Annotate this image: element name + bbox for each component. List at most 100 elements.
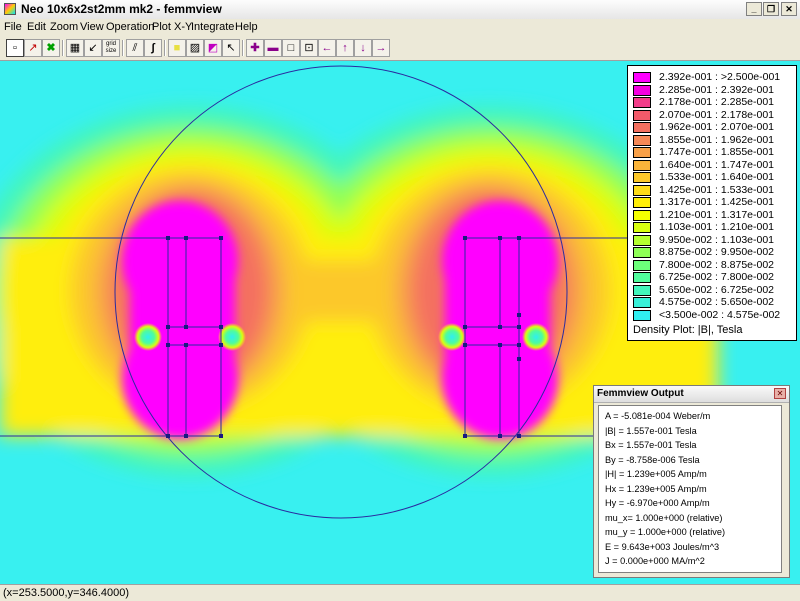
- legend-entry: 1.210e-001 : 1.317e-001: [633, 209, 795, 222]
- output-window-title: Femmview Output: [597, 388, 684, 399]
- toolbar: ▫ ↗ ✖ ▦ ↙ grid size ⫽ ∫ ■ ▨ ◩ ↖ ✚ ▬ □ ⊡ …: [0, 36, 800, 61]
- maximize-button[interactable]: ❐: [763, 2, 779, 16]
- legend-entry: 5.650e-002 : 6.725e-002: [633, 284, 795, 297]
- output-value-line: A = -5.081e-004 Weber/m: [605, 411, 711, 421]
- menu-edit[interactable]: Edit: [27, 21, 46, 33]
- legend-swatch: [633, 259, 651, 271]
- draw-line-button[interactable]: ↗: [24, 39, 42, 57]
- field-null-spot: [438, 323, 466, 351]
- menu-integrate[interactable]: Integrate: [191, 21, 234, 33]
- legend-swatch: [633, 247, 651, 258]
- legend-entry: 1.962e-001 : 2.070e-001: [633, 121, 795, 134]
- legend-label: 1.855e-001 : 1.962e-001: [659, 133, 775, 146]
- close-button[interactable]: ✕: [781, 2, 797, 16]
- menu-operation[interactable]: Operation: [106, 21, 154, 33]
- legend-entry: 4.575e-002 : 5.650e-002: [633, 296, 795, 309]
- zoom-out-button[interactable]: ▬: [264, 39, 282, 57]
- output-value-line: |H| = 1.239e+005 Amp/m: [605, 469, 707, 479]
- legend-entry: 9.950e-002 : 1.103e-001: [633, 234, 795, 247]
- window-title: Neo 10x6x2st2mm mk2 - femmview: [21, 2, 222, 16]
- legend-entry: 1.317e-001 : 1.425e-001: [633, 196, 795, 209]
- legend-entry: 1.103e-001 : 1.210e-001: [633, 221, 795, 234]
- legend-entry: 1.425e-001 : 1.533e-001: [633, 184, 795, 197]
- legend-label: <3.500e-002 : 4.575e-002: [659, 308, 781, 321]
- legend-entry: 6.725e-002 : 7.800e-002: [633, 271, 795, 284]
- legend-swatch: [633, 234, 651, 246]
- integrate-button[interactable]: ∫: [144, 39, 162, 57]
- legend-swatch: [633, 147, 651, 158]
- output-values-panel: A = -5.081e-004 Weber/m |B| = 1.557e-001 …: [598, 405, 782, 573]
- legend-swatch: [633, 209, 651, 221]
- legend-label: 8.875e-002 : 9.950e-002: [659, 246, 775, 258]
- plot-xy-button[interactable]: ⫽: [126, 39, 144, 57]
- legend-swatch: [633, 297, 651, 308]
- legend-label: 5.650e-002 : 6.725e-002: [659, 283, 775, 296]
- minimize-button[interactable]: _: [746, 2, 762, 16]
- legend-label: 6.725e-002 : 7.800e-002: [659, 271, 775, 283]
- output-value-line: J = 0.000e+000 MA/m^2: [605, 556, 705, 566]
- vector-plot-button[interactable]: ↙: [84, 39, 102, 57]
- title-bar: Neo 10x6x2st2mm mk2 - femmview _ ❐ ✕: [0, 0, 800, 20]
- grid-size-button[interactable]: grid size: [102, 39, 120, 57]
- output-value-line: Hx = 1.239e+005 Amp/m: [605, 483, 707, 494]
- legend-entry: 8.875e-002 : 9.950e-002: [633, 246, 795, 259]
- select-region-button[interactable]: ✖: [42, 39, 60, 57]
- legend-swatch: [633, 122, 651, 133]
- zoom-window-button[interactable]: ⊡: [300, 39, 318, 57]
- legend-swatch: [633, 72, 651, 83]
- legend-entry: 2.285e-001 : 2.392e-001: [633, 84, 795, 97]
- legend-swatch: [633, 222, 651, 233]
- legend-label: 1.210e-001 : 1.317e-001: [659, 208, 775, 221]
- legend-label: 9.950e-002 : 1.103e-001: [659, 233, 775, 246]
- status-bar: (x=253.5000,y=346.4000): [0, 584, 800, 601]
- pointer-button[interactable]: ↖: [222, 39, 240, 57]
- legend-swatch: [633, 134, 651, 146]
- field-null-spot: [134, 323, 162, 351]
- pan-up-button[interactable]: ↑: [336, 39, 354, 57]
- legend-entry: 2.392e-001 : >2.500e-001: [633, 71, 795, 84]
- legend-label: 1.747e-001 : 1.855e-001: [659, 146, 775, 158]
- pan-down-button[interactable]: ↓: [354, 39, 372, 57]
- output-window-titlebar[interactable]: Femmview Output ✕: [594, 386, 789, 403]
- cursor-coordinates: (x=253.5000,y=346.4000): [3, 587, 129, 599]
- menu-zoom[interactable]: Zoom: [50, 21, 78, 33]
- show-mesh-button[interactable]: ▦: [66, 39, 84, 57]
- output-value-line: mu_y = 1.000e+000 (relative): [605, 527, 726, 537]
- select-point-button[interactable]: ▫: [6, 39, 24, 57]
- legend-entry: 1.855e-001 : 1.962e-001: [633, 134, 795, 147]
- menu-view[interactable]: View: [80, 21, 104, 33]
- legend-entry: 1.640e-001 : 1.747e-001: [633, 159, 795, 172]
- legend-swatch: [633, 309, 651, 321]
- legend-label: 2.070e-001 : 2.178e-001: [659, 108, 775, 121]
- zoom-in-button[interactable]: ✚: [246, 39, 264, 57]
- contour-plot-button[interactable]: ■: [168, 39, 186, 57]
- field-null-spot: [522, 323, 550, 351]
- femmview-app-icon: [4, 3, 16, 15]
- legend-label: 4.575e-002 : 5.650e-002: [659, 296, 775, 308]
- density-legend: Density Plot: |B|, Tesla 2.392e-001 : >2…: [627, 65, 797, 341]
- hatch-plot-button[interactable]: ▨: [186, 39, 204, 57]
- pan-left-button[interactable]: ←: [318, 39, 336, 57]
- legend-entry: 2.070e-001 : 2.178e-001: [633, 109, 795, 122]
- menu-plot-xy[interactable]: Plot X-Y: [152, 21, 192, 33]
- legend-label: 1.640e-001 : 1.747e-001: [659, 158, 775, 171]
- menu-file[interactable]: File: [4, 21, 22, 33]
- output-value-line: |B| = 1.557e-001 Tesla: [605, 425, 697, 436]
- output-value-line: mu_x= 1.000e+000 (relative): [605, 512, 723, 523]
- legend-label: 2.285e-001 : 2.392e-001: [659, 83, 775, 96]
- zoom-natural-button[interactable]: □: [282, 39, 300, 57]
- legend-label: 2.392e-001 : >2.500e-001: [659, 71, 781, 83]
- legend-label: 1.425e-001 : 1.533e-001: [659, 183, 775, 196]
- menu-help[interactable]: Help: [235, 21, 258, 33]
- legend-swatch: [633, 159, 651, 171]
- output-close-button[interactable]: ✕: [774, 388, 786, 399]
- legend-swatch: [633, 272, 651, 283]
- femmview-output-window[interactable]: Femmview Output ✕ A = -5.081e-004 Weber/…: [593, 385, 790, 578]
- legend-label: 1.317e-001 : 1.425e-001: [659, 196, 775, 208]
- pan-right-button[interactable]: →: [372, 39, 390, 57]
- legend-label: 1.962e-001 : 2.070e-001: [659, 121, 775, 133]
- legend-swatch: [633, 172, 651, 183]
- legend-swatch: [633, 97, 651, 108]
- density-plot-button[interactable]: ◩: [204, 39, 222, 57]
- output-value-line: Hy = -6.970e+000 Amp/m: [605, 498, 710, 508]
